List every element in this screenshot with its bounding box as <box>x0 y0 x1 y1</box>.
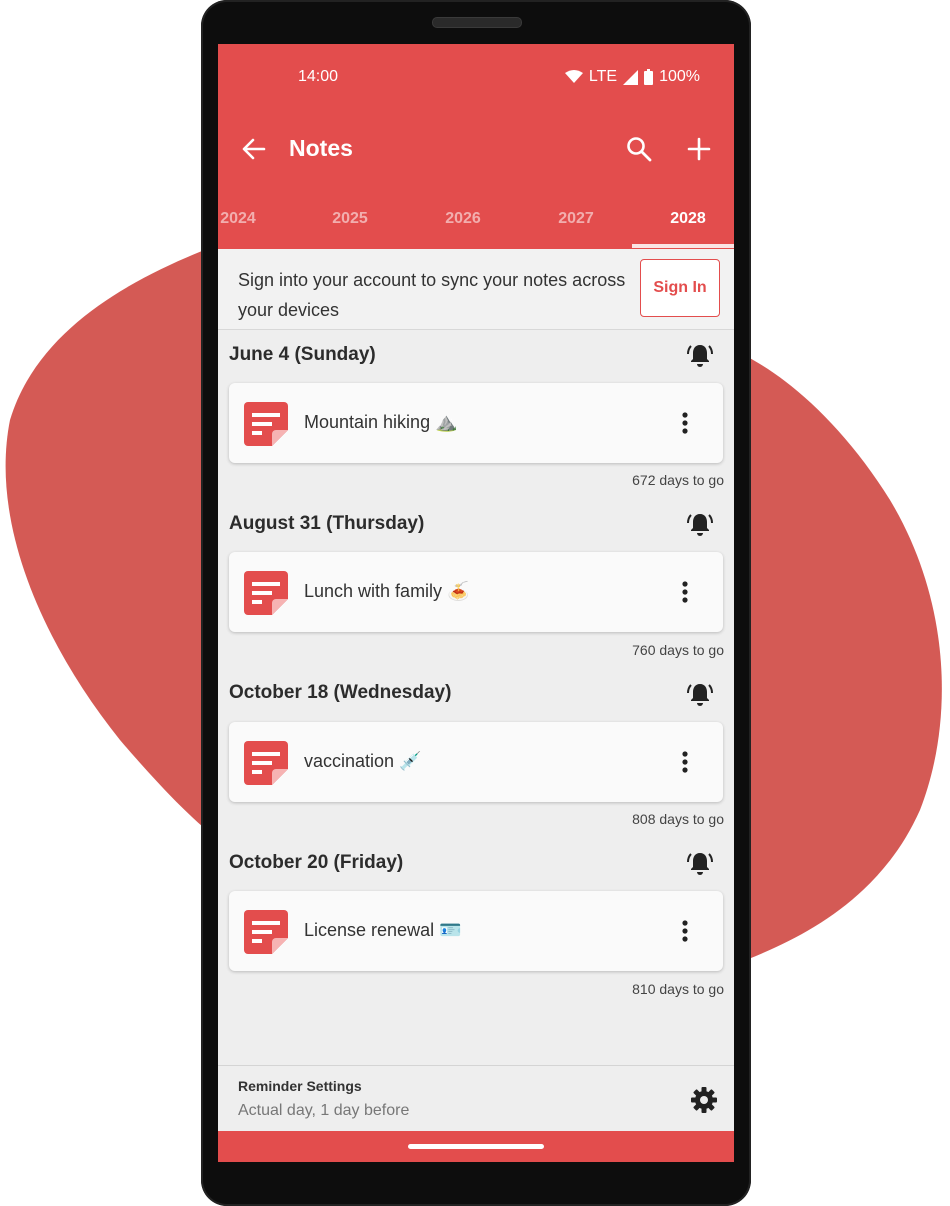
note-icon <box>244 571 288 615</box>
bell-icon[interactable] <box>686 341 714 369</box>
signal-icon <box>623 69 639 85</box>
note-icon <box>244 402 288 446</box>
phone-speaker <box>432 17 522 28</box>
signin-banner: Sign into your account to sync your note… <box>218 249 734 330</box>
app-bar: 14:00 LTE 100% Notes 2024 2025 2026 2027… <box>218 44 734 249</box>
note-card[interactable]: Lunch with family 🍝 <box>229 552 723 632</box>
battery-icon <box>644 69 654 85</box>
date-heading: August 31 (Thursday) <box>229 513 425 534</box>
note-title: vaccination 💉 <box>304 751 422 771</box>
network-label: LTE <box>588 68 618 85</box>
gear-icon[interactable] <box>690 1086 718 1114</box>
battery-label: 100% <box>659 68 700 85</box>
tab-indicator <box>632 244 734 248</box>
note-title: Lunch with family 🍝 <box>304 581 470 601</box>
tab-2026[interactable]: 2026 <box>407 210 519 228</box>
bell-icon[interactable] <box>686 680 714 708</box>
more-vert-icon[interactable] <box>673 918 697 944</box>
reminder-title: Reminder Settings <box>238 1078 362 1094</box>
toolbar: Notes <box>218 129 734 169</box>
more-vert-icon[interactable] <box>673 410 697 436</box>
note-icon <box>244 741 288 785</box>
back-arrow-icon[interactable] <box>240 135 268 163</box>
reminder-settings[interactable]: Reminder Settings Actual day, 1 day befo… <box>218 1065 734 1132</box>
days-countdown: 760 days to go <box>632 642 724 658</box>
wifi-icon <box>564 70 583 83</box>
status-time: 14:00 <box>298 68 339 85</box>
tab-2028[interactable]: 2028 <box>632 210 734 228</box>
sign-in-button[interactable]: Sign In <box>640 259 720 317</box>
date-heading: October 20 (Friday) <box>229 852 404 873</box>
plus-icon[interactable] <box>685 135 713 163</box>
note-title: Mountain hiking ⛰️ <box>304 412 458 432</box>
note-card[interactable]: Mountain hiking ⛰️ <box>229 383 723 463</box>
home-indicator[interactable] <box>408 1144 544 1149</box>
reminder-subtitle: Actual day, 1 day before <box>238 1102 410 1119</box>
more-vert-icon[interactable] <box>673 579 697 605</box>
bell-icon[interactable] <box>686 849 714 877</box>
tab-2025[interactable]: 2025 <box>294 210 406 228</box>
note-card[interactable]: License renewal 🪪 <box>229 891 723 971</box>
note-card[interactable]: vaccination 💉 <box>229 722 723 802</box>
note-title: License renewal 🪪 <box>304 920 462 940</box>
tab-2027[interactable]: 2027 <box>520 210 632 228</box>
bell-icon[interactable] <box>686 510 714 538</box>
note-icon <box>244 910 288 954</box>
more-vert-icon[interactable] <box>673 749 697 775</box>
page-title: Notes <box>289 135 353 161</box>
date-heading: June 4 (Sunday) <box>229 344 376 365</box>
signin-message: Sign into your account to sync your note… <box>238 270 626 320</box>
days-countdown: 810 days to go <box>632 981 724 997</box>
days-countdown: 672 days to go <box>632 472 724 488</box>
year-tabs: 2024 2025 2026 2027 2028 <box>218 204 734 249</box>
days-countdown: 808 days to go <box>632 811 724 827</box>
date-heading: October 18 (Wednesday) <box>229 682 452 703</box>
system-nav-bar <box>218 1131 734 1162</box>
status-icons: LTE 100% <box>564 68 700 86</box>
search-icon[interactable] <box>625 135 653 163</box>
phone-frame: 14:00 LTE 100% Notes 2024 2025 2026 2027… <box>201 0 751 1206</box>
tab-2024[interactable]: 2024 <box>218 210 294 228</box>
app-screen: 14:00 LTE 100% Notes 2024 2025 2026 2027… <box>218 44 734 1162</box>
